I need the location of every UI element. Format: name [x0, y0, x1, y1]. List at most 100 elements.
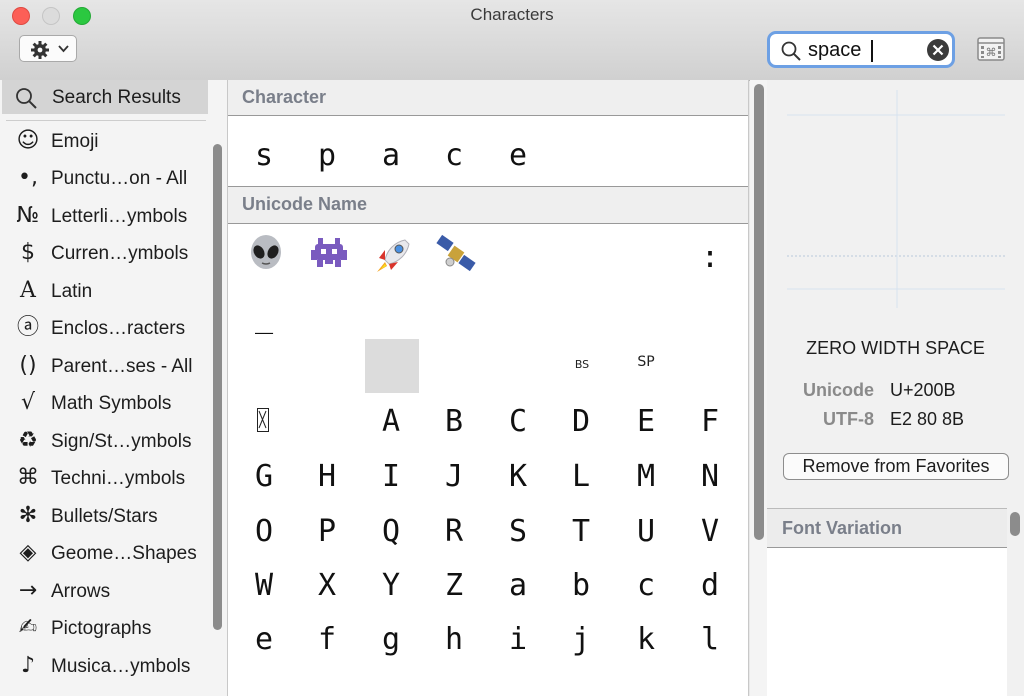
sidebar-item-arrows[interactable]: → Arrows — [2, 574, 208, 610]
sidebar-item-latin[interactable]: A Latin — [2, 274, 208, 310]
clear-search-button[interactable] — [927, 39, 949, 61]
char-cell-space[interactable]: SP — [626, 354, 666, 370]
char-cell[interactable]: V — [680, 506, 740, 558]
char-cell[interactable]: O — [234, 506, 294, 558]
keyboard-viewer-icon[interactable]: ⌘ — [977, 37, 1005, 61]
char-cell[interactable]: I — [361, 451, 421, 503]
char-cell[interactable]: A — [361, 396, 421, 448]
char-cell[interactable]: G — [234, 451, 294, 503]
sidebar-item-currency-symbols[interactable]: $ Curren…ymbols — [2, 236, 208, 272]
sidebar-item-geometric-shapes[interactable]: ◈ Geome…Shapes — [2, 536, 208, 572]
char-cell[interactable]: i — [488, 614, 548, 666]
char-cell[interactable]: F — [680, 396, 740, 448]
sidebar-item-label: Letterli…ymbols — [51, 206, 188, 227]
title-bar: Characters space ⌘ — [0, 0, 1024, 81]
utf8-value: E2 80 8B — [890, 409, 965, 429]
char-cell-backspace[interactable]: BS — [562, 358, 602, 371]
char-cell-underscore[interactable]: _ — [234, 292, 294, 344]
char-cell[interactable]: l — [680, 614, 740, 666]
char-cell[interactable]: g — [361, 614, 421, 666]
writing-hand-icon: ✍ — [18, 615, 38, 640]
sidebar-item-search-results[interactable]: Search Results — [2, 80, 208, 114]
char-cell-colon[interactable]: : — [680, 232, 740, 284]
char-cell[interactable]: k — [616, 614, 676, 666]
char-cell[interactable]: T — [551, 506, 611, 558]
char-cell-placeholder-box[interactable] — [257, 408, 269, 432]
sidebar-item-label: Punctu…on - All — [51, 168, 188, 189]
unicode-value: U+200B — [890, 380, 956, 400]
font-variation-header: Font Variation — [767, 508, 1007, 548]
char-cell[interactable]: D — [551, 396, 611, 448]
char-cell[interactable]: P — [297, 506, 357, 558]
char-cell[interactable]: U — [616, 506, 676, 558]
sidebar-item-enclosed-characters[interactable]: ⓐ Enclos…racters — [2, 311, 208, 347]
search-field[interactable] — [767, 31, 955, 68]
char-cell[interactable]: B — [424, 396, 484, 448]
space-invader-emoji[interactable] — [307, 232, 351, 276]
remove-from-favorites-button[interactable]: Remove from Favorites — [783, 453, 1009, 480]
sidebar-item-math-symbols[interactable]: √ Math Symbols — [2, 386, 208, 422]
char-cell[interactable]: X — [297, 560, 357, 612]
char-cell[interactable]: N — [680, 451, 740, 503]
char-cell[interactable]: H — [297, 451, 357, 503]
circled-a-icon: ⓐ — [16, 315, 39, 340]
section-header-unicode-name: Unicode Name — [228, 186, 748, 224]
sidebar-item-emoji[interactable]: ☺ Emoji — [2, 124, 208, 160]
char-cell[interactable]: R — [424, 506, 484, 558]
sidebar-item-sign-standard-symbols[interactable]: ♻ Sign/St…ymbols — [2, 424, 208, 460]
sidebar-item-label: Techni…ymbols — [51, 468, 186, 489]
char-cell[interactable]: j — [551, 614, 611, 666]
search-icon — [781, 41, 801, 61]
action-menu-button[interactable] — [19, 35, 77, 62]
char-cell[interactable]: Y — [361, 560, 421, 612]
utf8-label: UTF-8 — [823, 409, 874, 429]
char-cell[interactable]: C — [488, 396, 548, 448]
alien-emoji[interactable] — [244, 232, 288, 276]
char-cell[interactable]: c — [616, 560, 676, 612]
char-cell[interactable]: d — [680, 560, 740, 612]
char-cell[interactable]: e — [234, 614, 294, 666]
smiley-icon: ☺ — [16, 128, 40, 153]
char-cell[interactable]: S — [488, 506, 548, 558]
asterisk-star-icon: ✻ — [18, 503, 38, 528]
char-cell[interactable]: c — [424, 130, 484, 182]
sidebar-item-label: Search Results — [52, 87, 181, 108]
rocket-emoji[interactable] — [371, 232, 415, 276]
char-cell[interactable]: f — [297, 614, 357, 666]
sidebar-item-pictographs[interactable]: ✍ Pictographs — [2, 611, 208, 647]
char-cell[interactable]: Q — [361, 506, 421, 558]
char-cell[interactable]: b — [551, 560, 611, 612]
section-title: Unicode Name — [242, 194, 368, 214]
selected-char-cell[interactable] — [365, 339, 419, 393]
sidebar-scrollbar[interactable] — [213, 144, 222, 630]
sidebar-item-parentheses[interactable]: () Parent…ses - All — [2, 349, 208, 385]
sidebar-item-label: Parent…ses - All — [51, 356, 193, 377]
sidebar-item-letterlike-symbols[interactable]: № Letterli…ymbols — [2, 199, 208, 235]
char-cell[interactable]: J — [424, 451, 484, 503]
char-cell[interactable]: h — [424, 614, 484, 666]
char-cell[interactable]: L — [551, 451, 611, 503]
char-cell[interactable]: E — [616, 396, 676, 448]
sidebar-item-bullets-stars[interactable]: ✻ Bullets/Stars — [2, 499, 208, 535]
char-cell[interactable]: p — [297, 130, 357, 182]
char-cell[interactable]: a — [488, 560, 548, 612]
char-cell[interactable]: s — [234, 130, 294, 182]
gear-icon — [31, 41, 49, 59]
char-cell[interactable]: Z — [424, 560, 484, 612]
search-input[interactable] — [808, 38, 918, 62]
char-cell[interactable]: e — [488, 130, 548, 182]
grid-scrollbar[interactable] — [754, 84, 764, 540]
sidebar-item-technical-symbols[interactable]: ⌘ Techni…ymbols — [2, 461, 208, 497]
char-cell[interactable]: M — [616, 451, 676, 503]
char-cell[interactable]: K — [488, 451, 548, 503]
category-sidebar: Search Results ☺ Emoji •, Punctu…on - All … — [0, 80, 228, 696]
satellite-emoji[interactable] — [434, 232, 478, 276]
font-variation-scrollbar[interactable] — [1010, 512, 1020, 536]
sidebar-item-punctuation[interactable]: •, Punctu…on - All — [2, 161, 208, 197]
char-cell[interactable]: a — [361, 130, 421, 182]
latin-a-icon: A — [20, 278, 36, 303]
clear-icon — [932, 44, 944, 56]
sidebar-item-musical-symbols[interactable]: ♪ Musica…ymbols — [2, 649, 208, 685]
char-cell[interactable]: W — [234, 560, 294, 612]
recycle-icon: ♻ — [18, 428, 38, 453]
